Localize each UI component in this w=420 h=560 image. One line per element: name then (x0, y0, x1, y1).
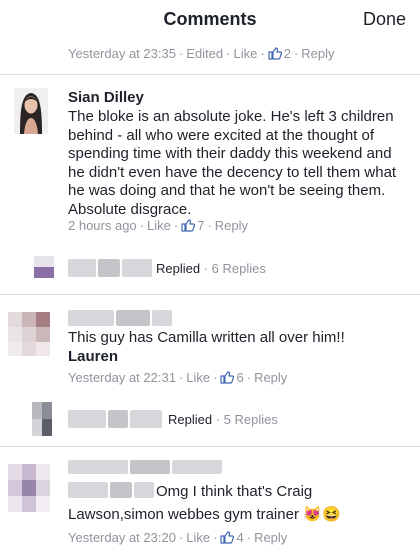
divider (0, 294, 420, 295)
comment-author-redacted (68, 310, 172, 331)
replies-summary[interactable]: Replied · 6 Replies (156, 261, 266, 276)
replies-summary[interactable]: Replied · 5 Replies (168, 412, 278, 427)
like-link[interactable]: Like (186, 370, 210, 385)
like-count: 6 (236, 370, 244, 385)
comment-meta: Yesterday at 23:20 · Like · 4 · Reply (68, 530, 288, 547)
thumbs-up-icon (268, 47, 282, 63)
replies-row[interactable]: Replied · 6 Replies (0, 252, 420, 286)
avatar[interactable] (14, 88, 48, 134)
like-link[interactable]: Like (234, 46, 258, 61)
reply-link[interactable]: Reply (254, 370, 287, 385)
like-link[interactable]: Like (147, 218, 171, 233)
like-count: 7 (197, 218, 205, 233)
comment-time: Yesterday at 23:20 (68, 530, 176, 545)
divider (0, 74, 420, 75)
comment-time: Yesterday at 22:31 (68, 370, 176, 385)
comment-text-line2-wrap: Lawson,simon webbes gym trainer 😻😆 (68, 506, 341, 525)
comment-text-line2: Lawson,simon webbes gym trainer (68, 506, 299, 523)
replied-label: Replied (168, 412, 213, 427)
replies-row[interactable]: Replied · 5 Replies (0, 400, 420, 440)
reply-link[interactable]: Reply (254, 530, 287, 545)
reply-count[interactable]: 5 Replies (224, 412, 278, 427)
comment-meta: Yesterday at 22:31 · Like · 6 · Reply (68, 370, 288, 387)
reply-author-redacted (68, 410, 162, 433)
page-title: Comments (163, 9, 257, 29)
thumbs-up-icon (220, 531, 235, 547)
replied-label: Replied (156, 261, 201, 276)
comments-header: Comments Done (0, 0, 420, 40)
comment-time: 2 hours ago (68, 218, 137, 233)
avatar[interactable] (8, 464, 50, 512)
comment-text: This guy has Camilla written all over hi… (68, 329, 345, 346)
comment-author[interactable]: Sian Dilley (68, 89, 144, 106)
comment-text: The bloke is an absolute joke. He's left… (68, 108, 397, 218)
comment-author-redacted (68, 460, 222, 479)
comment-meta: 2 hours ago · Like · 7 · Reply (68, 218, 249, 235)
like-count: 2 (283, 46, 291, 61)
comment-text-line1: Omg I think that's Craig (156, 483, 313, 500)
emoji-reactions: 😻😆 (303, 506, 341, 523)
done-button[interactable]: Done (363, 9, 406, 30)
comment-time: Yesterday at 23:35 (68, 46, 176, 61)
profile-photo (14, 88, 48, 134)
text-redacted (68, 482, 154, 503)
thumbs-up-icon (181, 219, 196, 235)
like-link[interactable]: Like (186, 530, 210, 545)
avatar[interactable] (8, 312, 50, 356)
thumbs-up-icon (220, 371, 235, 387)
edited-label: Edited (186, 46, 224, 61)
tagged-user[interactable]: Lauren (68, 348, 118, 365)
divider (0, 446, 420, 447)
reply-link[interactable]: Reply (215, 218, 248, 233)
reply-link[interactable]: Reply (301, 46, 334, 61)
reply-count[interactable]: 6 Replies (212, 261, 266, 276)
previous-comment-meta: Yesterday at 23:35 · Edited · Like · 2 · Reply (68, 46, 335, 63)
reply-avatar (34, 256, 54, 278)
like-count: 4 (236, 530, 244, 545)
reply-author-redacted (68, 259, 152, 282)
reply-avatar (32, 402, 52, 436)
